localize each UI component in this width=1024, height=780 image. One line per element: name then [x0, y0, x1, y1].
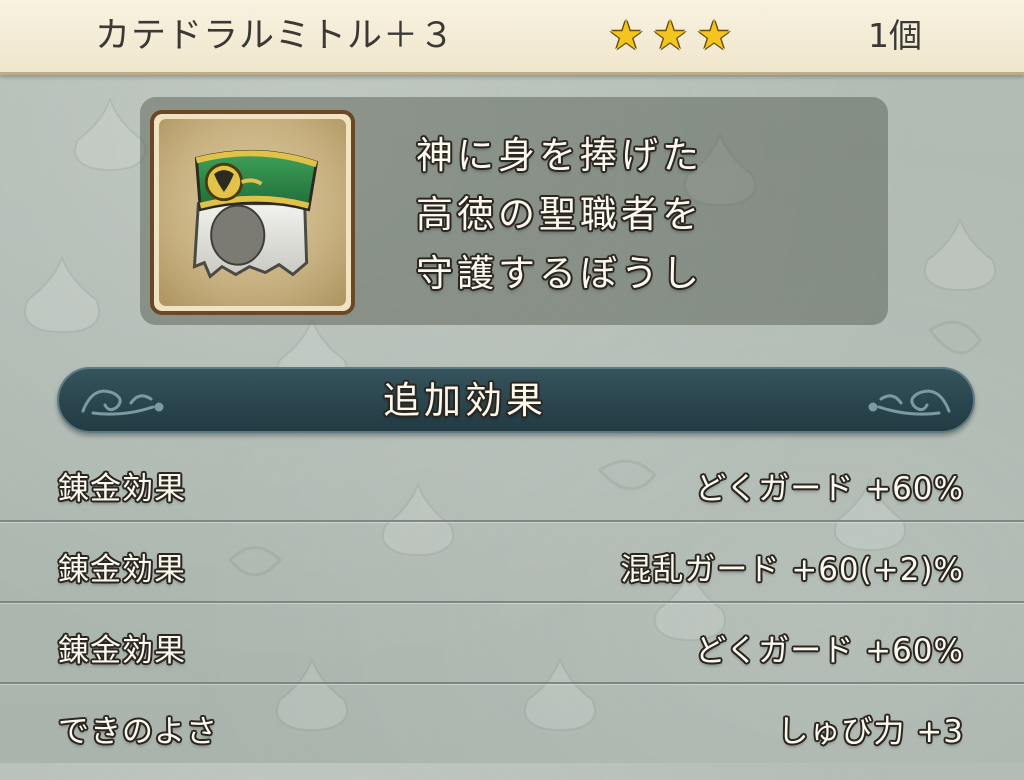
item-count: 1個 — [868, 16, 922, 55]
star-icon: ★ — [652, 13, 688, 59]
description-line: 高徳の聖職者を — [416, 193, 703, 236]
effect-label: 錬金効果 — [58, 633, 186, 669]
item-header: カテドラルミトル＋３ ★ ★ ★ 1個 — [0, 0, 1024, 75]
star-icon: ★ — [696, 13, 732, 59]
effect-row: 錬金効果 どくガード +60% — [0, 441, 1024, 522]
effect-row: 錬金効果 混乱ガード +60(+2)% — [0, 522, 1024, 603]
effect-value: 混乱ガード +60(+2)% — [620, 552, 964, 588]
description-line: 守護するぼうし — [416, 252, 703, 295]
effect-row: できのよさ しゅび力 +3 — [0, 684, 1024, 765]
item-icon-frame — [150, 110, 355, 315]
quality-value: しゅび力 +3 — [777, 714, 964, 750]
effect-value: どくガード +60% — [695, 471, 964, 507]
section-title: 追加効果 — [383, 379, 547, 422]
effect-row: 錬金効果 どくガード +60% — [0, 603, 1024, 684]
effect-label: 錬金効果 — [58, 552, 186, 588]
item-title: カテドラルミトル＋３ — [95, 16, 456, 56]
mitre-hat-icon — [159, 119, 346, 306]
item-description: 神に身を捧げた 高徳の聖職者を 守護するぼうし — [416, 126, 703, 303]
section-header-extra-effects: 追加効果 — [57, 367, 975, 433]
rarity-stars: ★ ★ ★ — [604, 0, 736, 72]
description-line: 神に身を捧げた — [416, 134, 703, 177]
effect-value: どくガード +60% — [695, 633, 964, 669]
ornament-left — [81, 389, 164, 416]
ornament-right — [868, 389, 951, 416]
quality-label: できのよさ — [58, 714, 218, 750]
effects-list: 錬金効果 どくガード +60% 錬金効果 混乱ガード +60(+2)% 錬金効果… — [0, 441, 1024, 765]
effect-label: 錬金効果 — [58, 471, 186, 507]
star-icon: ★ — [608, 13, 644, 59]
